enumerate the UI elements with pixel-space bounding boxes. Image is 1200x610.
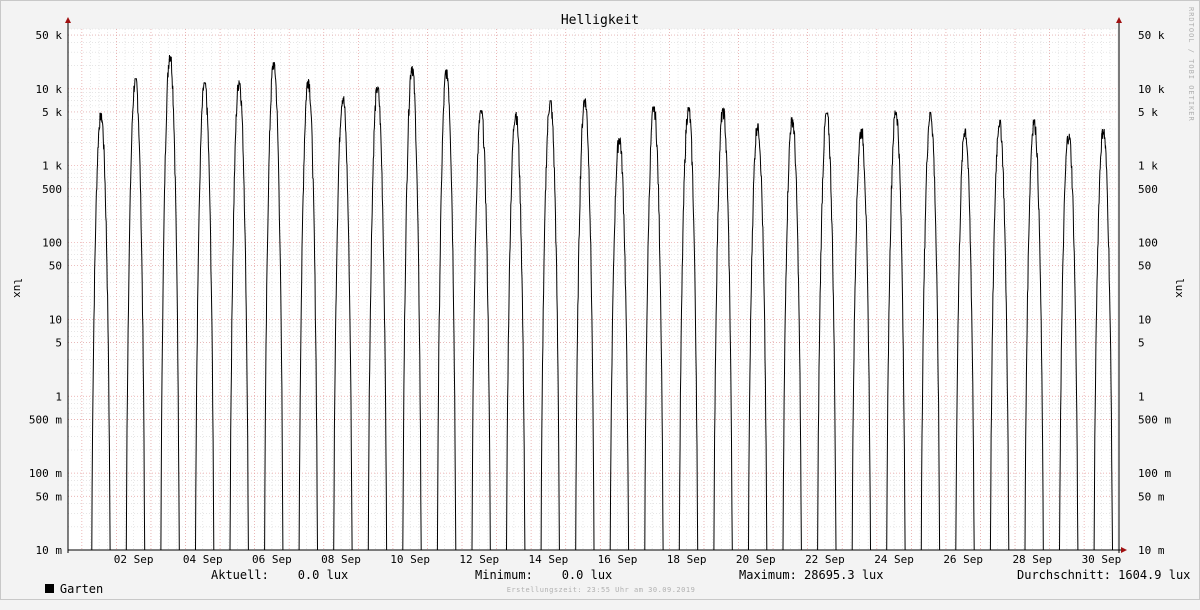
x-tick-label: 26 Sep: [943, 553, 983, 566]
x-tick-label: 22 Sep: [805, 553, 845, 566]
y-tick-label-left: 1 k: [42, 160, 62, 173]
y-tick-label-right: 10 k: [1138, 83, 1165, 96]
y-tick-label-left: 50 k: [36, 29, 63, 42]
y-axis-arrow-left: [65, 17, 71, 23]
y-tick-label-right: 100: [1138, 237, 1158, 250]
y-tick-label-right: 10 m: [1138, 544, 1165, 557]
x-tick-label: 20 Sep: [736, 553, 776, 566]
x-tick-label: 04 Sep: [183, 553, 223, 566]
legend-maximum: Maximum: 28695.3 lux: [739, 568, 884, 582]
y-tick-label-right: 50 k: [1138, 29, 1165, 42]
x-tick-label: 14 Sep: [529, 553, 569, 566]
y-tick-label-left: 500: [42, 183, 62, 196]
y-tick-label-left: 50: [49, 260, 62, 273]
y-tick-label-right: 5 k: [1138, 106, 1158, 119]
y-tick-label-left: 5: [55, 337, 62, 350]
x-tick-label: 08 Sep: [321, 553, 361, 566]
creation-time-footer: Erstellungszeit: 23:55 Uhr am 30.09.2019: [506, 586, 696, 594]
y-tick-label-left: 50 m: [36, 490, 63, 503]
x-tick-label: 30 Sep: [1082, 553, 1122, 566]
plot-area: [68, 29, 1117, 550]
y-tick-label-right: 50 m: [1138, 490, 1165, 503]
y-tick-label-right: 50: [1138, 260, 1151, 273]
legend-minimum: Minimum: 0.0 lux: [475, 568, 613, 582]
y-tick-label-right: 10: [1138, 313, 1151, 326]
legend-average: Durchschnitt: 1604.9 lux: [1017, 568, 1191, 582]
chart-canvas: Helligkeit lux lux 50 k 50 k 10 k 10 k 5 k 5 …: [11, 13, 1186, 566]
y-tick-label-right: 1: [1138, 390, 1145, 403]
y-tick-label-right: 500 m: [1138, 413, 1171, 426]
rrdtool-watermark: RRDTOOL / TOBI OETIKER: [1187, 7, 1195, 122]
graph-frame: Helligkeit lux lux 50 k 50 k 10 k 10 k 5 k 5 …: [0, 0, 1200, 600]
y-tick-label-left: 10 m: [36, 544, 63, 557]
x-axis-arrow: [1121, 547, 1127, 553]
y-tick-label-left: 1: [55, 390, 62, 403]
x-tick-label: 28 Sep: [1012, 553, 1052, 566]
x-tick-label: 06 Sep: [252, 553, 292, 566]
y-tick-label-right: 500: [1138, 183, 1158, 196]
y-tick-label-left: 5 k: [42, 106, 62, 119]
y-tick-label-left: 10 k: [36, 83, 63, 96]
legend-current: Aktuell: 0.0 lux: [211, 568, 349, 582]
y-axis-label-left: lux: [11, 278, 24, 298]
x-tick-label: 12 Sep: [459, 553, 499, 566]
chart-title: Helligkeit: [561, 13, 639, 28]
x-tick-label: 10 Sep: [390, 553, 430, 566]
y-axis-label-right: lux: [1173, 278, 1186, 298]
x-tick-label: 02 Sep: [114, 553, 154, 566]
x-tick-label: 16 Sep: [598, 553, 638, 566]
y-tick-label-left: 500 m: [29, 413, 62, 426]
y-tick-label-right: 1 k: [1138, 160, 1158, 173]
y-tick-label-left: 10: [49, 313, 62, 326]
y-tick-label-right: 5: [1138, 337, 1145, 350]
y-tick-label-right: 100 m: [1138, 467, 1171, 480]
x-tick-label: 24 Sep: [874, 553, 914, 566]
y-tick-label-left: 100 m: [29, 467, 62, 480]
x-tick-label: 18 Sep: [667, 553, 707, 566]
y-axis-arrow-right: [1116, 17, 1122, 23]
y-tick-label-left: 100: [42, 237, 62, 250]
